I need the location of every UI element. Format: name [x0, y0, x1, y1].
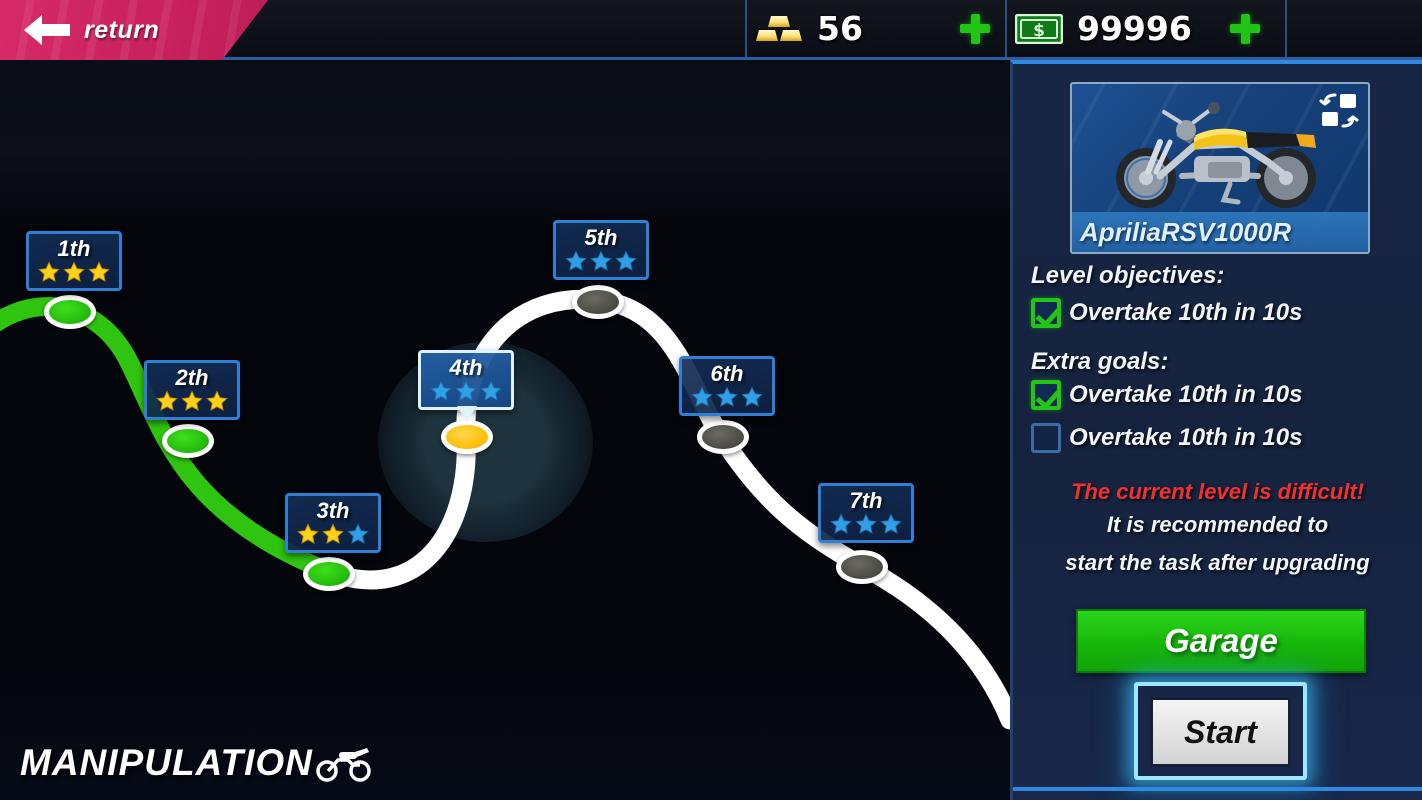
game-screen: 1th 2th 3th 4th 5th 6th 7th MANIPULATION — [0, 0, 1422, 800]
star-icon — [322, 523, 344, 544]
level-badge-3[interactable]: 3th — [285, 493, 381, 554]
gold-currency: 56 — [755, 0, 1005, 57]
star-icon — [297, 523, 319, 544]
level-node-6[interactable] — [697, 420, 749, 454]
warning-line-3: start the task after upgrading — [1065, 550, 1370, 575]
level-objectives-title: Level objectives: — [1031, 262, 1225, 289]
star-icon — [565, 250, 587, 271]
star-icon — [455, 380, 477, 401]
level-badge-4[interactable]: 4th — [418, 350, 514, 423]
level-badge-pointer — [457, 406, 477, 423]
star-icon — [181, 390, 203, 411]
level-badge-label-1: 1th — [57, 236, 91, 261]
level-stars-2 — [156, 390, 228, 412]
level-node-5[interactable] — [572, 285, 624, 319]
game-logo-text: MANIPULATION — [20, 742, 313, 783]
return-button[interactable]: return — [0, 0, 268, 60]
level-info-panel: ApriliaRSV1000R Level objectives: Overta… — [1010, 60, 1422, 800]
level-stars-7 — [830, 513, 902, 535]
motorcycle-image — [1116, 102, 1316, 208]
extra-goal-row-1[interactable]: Overtake 10th in 10s — [1031, 380, 1302, 410]
level-badge-6[interactable]: 6th — [679, 356, 775, 417]
star-icon — [691, 386, 713, 407]
cash-amount: 99996 — [1077, 9, 1192, 48]
level-node-4[interactable] — [441, 420, 493, 454]
star-icon — [38, 261, 60, 282]
level-badge-1[interactable]: 1th — [26, 231, 122, 292]
garage-button-label: Garage — [1164, 622, 1278, 659]
level-stars-5 — [565, 250, 637, 272]
level-objective-row[interactable]: Overtake 10th in 10s — [1031, 298, 1302, 328]
level-badge-label-7: 7th — [849, 488, 883, 513]
level-node-2[interactable] — [162, 424, 214, 458]
arrow-left-icon — [22, 13, 72, 47]
swap-icon[interactable] — [1318, 91, 1360, 131]
star-icon — [430, 380, 452, 401]
warning-line-2: It is recommended to — [1106, 512, 1329, 537]
gold-bars-icon — [756, 15, 802, 41]
star-icon — [206, 390, 228, 411]
level-badge-label-5: 5th — [584, 225, 618, 250]
add-cash-button[interactable] — [1230, 14, 1260, 44]
star-icon — [347, 523, 369, 544]
star-icon — [480, 380, 502, 401]
start-button-label: Start — [1184, 713, 1257, 750]
header-separator-1 — [745, 0, 747, 57]
star-icon — [590, 250, 612, 271]
level-objective-checkbox[interactable] — [1031, 298, 1061, 328]
start-button[interactable]: Start — [1150, 697, 1291, 767]
selected-bike-card[interactable]: ApriliaRSV1000R — [1070, 82, 1370, 254]
extra-goal-checkbox-1[interactable] — [1031, 380, 1061, 410]
top-bar: return 56 $ 99996 — [0, 0, 1422, 60]
level-path — [0, 289, 1010, 730]
warning-line-1: The current level is difficult! — [1071, 479, 1364, 504]
level-badge-label-6: 6th — [710, 361, 744, 386]
level-stars-4 — [430, 380, 502, 402]
star-icon — [88, 261, 110, 282]
level-badge-label-4: 4th — [449, 355, 483, 380]
bike-name: ApriliaRSV1000R — [1072, 212, 1368, 252]
level-objective-text: Overtake 10th in 10s — [1069, 299, 1303, 326]
extra-goal-text-2: Overtake 10th in 10s — [1069, 424, 1303, 451]
level-stars-3 — [297, 523, 369, 545]
extra-goal-checkbox-2[interactable] — [1031, 423, 1061, 453]
svg-text:$: $ — [1033, 21, 1045, 41]
level-stars-1 — [38, 261, 110, 283]
extra-goal-row-2[interactable]: Overtake 10th in 10s — [1031, 423, 1302, 453]
return-label: return — [84, 15, 160, 44]
cash-currency: $ 99996 — [1015, 0, 1285, 57]
level-badge-7[interactable]: 7th — [818, 483, 914, 544]
star-icon — [615, 250, 637, 271]
header-separator-2 — [1005, 0, 1007, 57]
start-button-glow: Start — [1134, 682, 1307, 780]
level-node-3[interactable] — [303, 557, 355, 591]
extra-goals-title: Extra goals: — [1031, 348, 1169, 375]
game-logo: MANIPULATION — [20, 742, 373, 784]
level-node-1[interactable] — [44, 295, 96, 329]
star-icon — [855, 513, 877, 534]
motorcycle-icon — [316, 748, 371, 782]
gold-amount: 56 — [817, 9, 863, 48]
star-icon — [63, 261, 85, 282]
garage-button[interactable]: Garage — [1076, 609, 1366, 673]
level-map[interactable]: 1th 2th 3th 4th 5th 6th 7th MANIPULATION — [0, 60, 1010, 800]
level-badge-5[interactable]: 5th — [553, 220, 649, 281]
star-icon — [880, 513, 902, 534]
cash-note-icon: $ — [1015, 13, 1063, 44]
header-separator-3 — [1285, 0, 1287, 57]
star-icon — [156, 390, 178, 411]
level-stars-6 — [691, 386, 763, 408]
star-icon — [830, 513, 852, 534]
star-icon — [716, 386, 738, 407]
level-node-7[interactable] — [836, 550, 888, 584]
add-gold-button[interactable] — [960, 14, 990, 44]
level-badge-label-2: 2th — [175, 365, 209, 390]
level-badge-label-3: 3th — [316, 498, 350, 523]
extra-goal-text-1: Overtake 10th in 10s — [1069, 381, 1303, 408]
level-badge-2[interactable]: 2th — [144, 360, 240, 421]
star-icon — [741, 386, 763, 407]
